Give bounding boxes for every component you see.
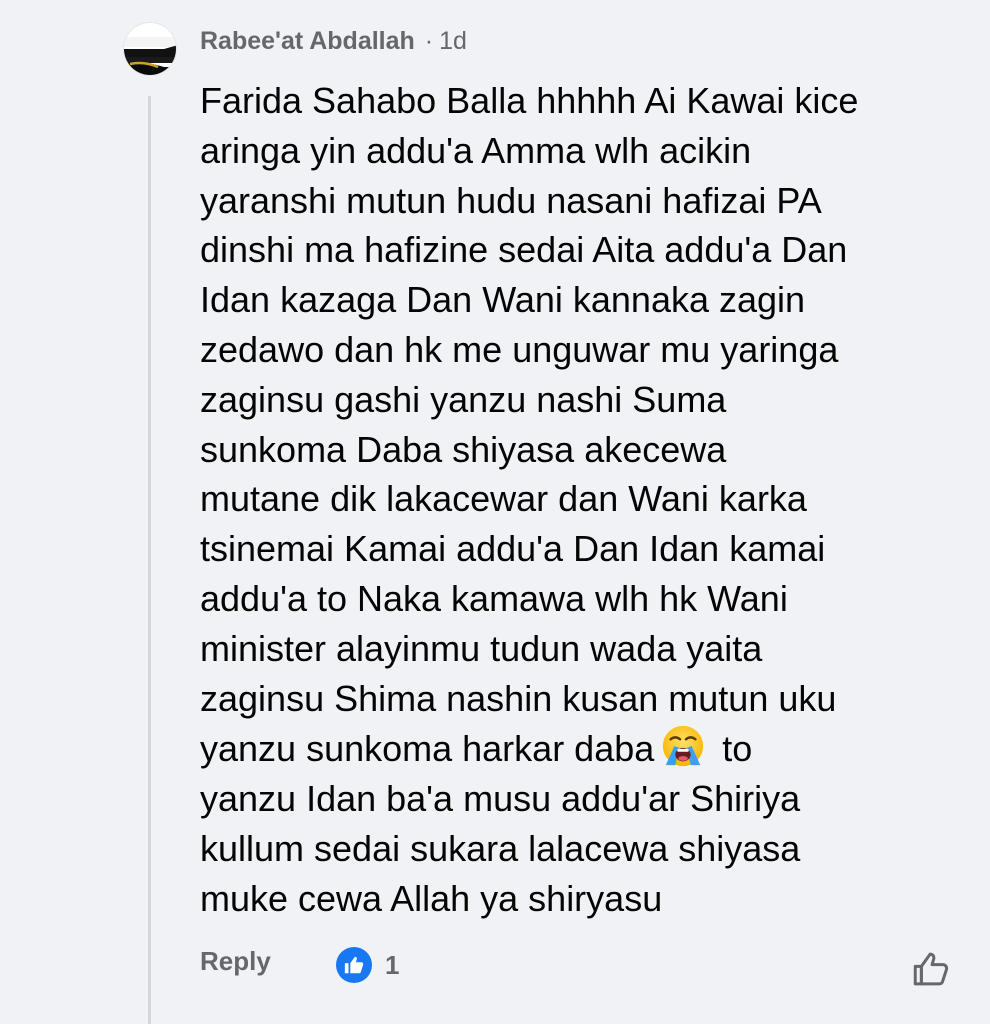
comment-text: Farida Sahabo Balla hhhhh Ai Kawai kice … xyxy=(200,76,980,924)
reaction-summary[interactable]: 1 xyxy=(336,946,399,984)
loudly-crying-face-icon xyxy=(663,726,704,767)
avatar[interactable] xyxy=(123,22,177,76)
comment-header: Rabee'at Abdallah · 1d xyxy=(200,24,467,58)
timestamp[interactable]: 1d xyxy=(439,27,467,56)
thumbs-up-outline-icon[interactable] xyxy=(910,948,952,990)
reply-button[interactable]: Reply xyxy=(200,946,271,977)
like-icon xyxy=(336,947,372,983)
author-name[interactable]: Rabee'at Abdallah xyxy=(200,27,415,56)
reaction-count: 1 xyxy=(385,949,400,980)
avatar-image xyxy=(124,23,176,75)
comment-text-part1: Farida Sahabo Balla hhhhh Ai Kawai kice … xyxy=(200,80,859,770)
meta-separator: · xyxy=(424,26,434,55)
thread-line xyxy=(148,96,151,1024)
